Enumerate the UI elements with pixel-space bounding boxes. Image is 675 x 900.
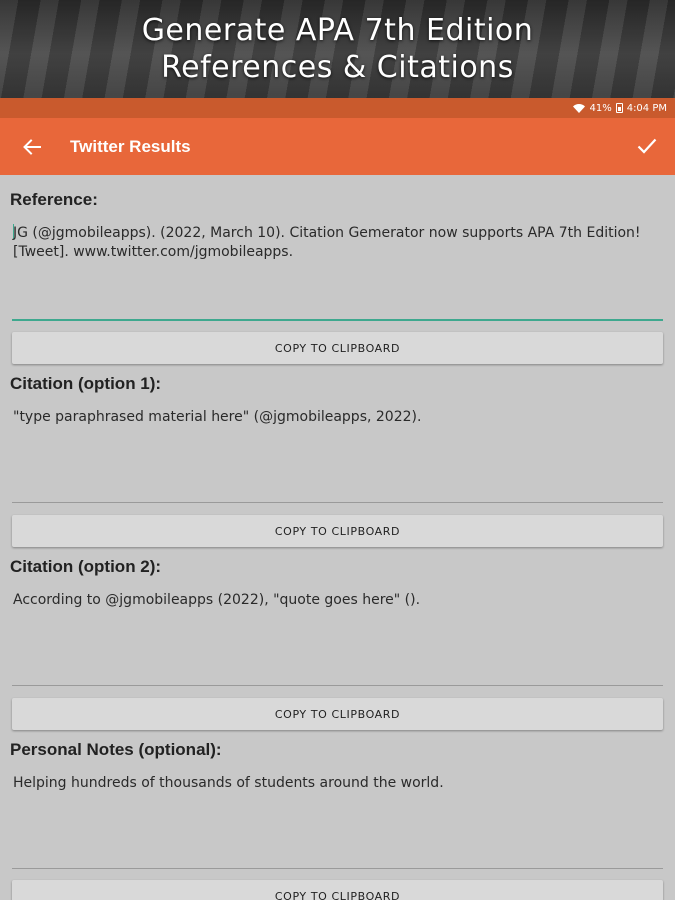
arrow-left-icon (23, 138, 41, 155)
copy-reference-button[interactable]: COPY TO CLIPBOARD (12, 332, 663, 364)
battery-percent: 41% (589, 102, 612, 114)
copy-citation-option-1-button[interactable]: COPY TO CLIPBOARD (12, 515, 663, 547)
copy-citation-option-2-button[interactable]: COPY TO CLIPBOARD (12, 698, 663, 730)
status-time: 4:04 PM (626, 102, 667, 114)
personal-notes-heading: Personal Notes (optional): (10, 740, 222, 759)
banner-title-line-1: Generate APA 7th Edition (141, 13, 534, 48)
reference-heading: Reference: (10, 190, 98, 209)
promo-banner: Generate APA 7th Edition References & Ci… (0, 0, 675, 98)
results-form: Reference: JG (@jgmobileapps). (2022, Ma… (0, 175, 675, 900)
personal-notes-field[interactable]: Helping hundreds of thousands of student… (12, 774, 663, 869)
personal-notes-text: Helping hundreds of thousands of student… (13, 775, 444, 791)
confirm-button[interactable] (633, 132, 661, 160)
app-bar: Twitter Results (0, 118, 675, 175)
back-button[interactable] (0, 118, 64, 175)
page-title: Twitter Results (70, 136, 191, 156)
wifi-icon (573, 103, 586, 113)
citation-option-2-text: According to @jgmobileapps (2022), "quot… (13, 592, 421, 608)
citation-option-1-text: "type paraphrased material here" (@jgmob… (13, 409, 422, 425)
banner-title-line-2: References & Citations (161, 50, 514, 85)
status-bar: 41% 4:04 PM (0, 98, 675, 118)
copy-personal-notes-button[interactable]: COPY TO CLIPBOARD (12, 880, 663, 900)
battery-icon (615, 103, 623, 113)
reference-field[interactable]: JG (@jgmobileapps). (2022, March 10). Ci… (12, 224, 663, 321)
checkmark-icon (637, 138, 657, 154)
citation-option-2-heading: Citation (option 2): (10, 557, 162, 576)
citation-option-1-field[interactable]: "type paraphrased material here" (@jgmob… (12, 408, 663, 503)
reference-text-line-2: [Tweet]. www.twitter.com/jgmobileapps. (13, 244, 294, 260)
reference-text-line-1: JG (@jgmobileapps). (2022, March 10). Ci… (13, 224, 641, 241)
citation-option-2-field[interactable]: According to @jgmobileapps (2022), "quot… (12, 591, 663, 686)
citation-option-1-heading: Citation (option 1): (10, 374, 162, 393)
